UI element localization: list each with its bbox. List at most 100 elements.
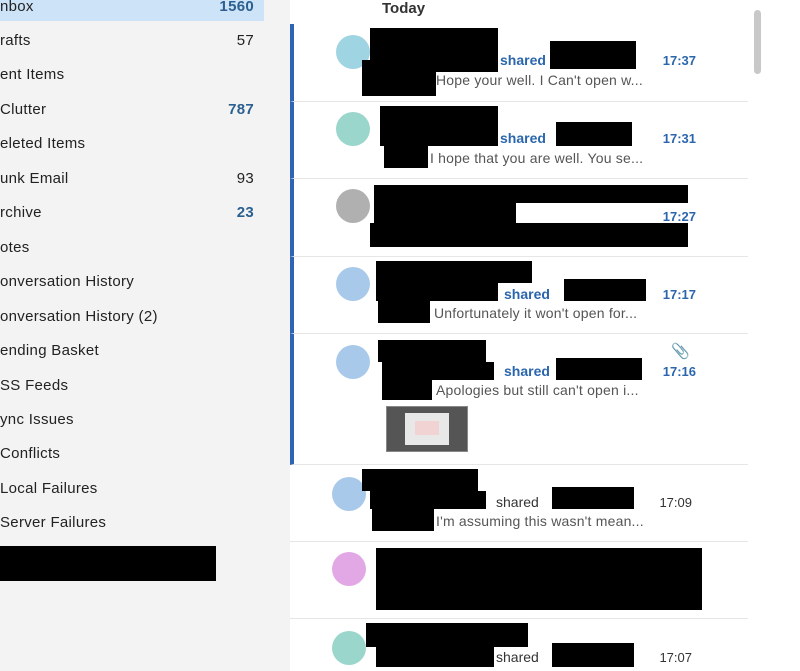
message-item[interactable]: shared 17:31 I hope that you are well. Y… [290, 102, 752, 179]
redacted-sender [378, 340, 486, 362]
shared-label: shared [504, 286, 550, 302]
folder-label: onversation History [0, 273, 135, 290]
redacted-block [384, 146, 428, 168]
folder-pane: nbox 1560 rafts 57 ent Items Clutter 787… [0, 0, 272, 671]
redacted-subject [550, 41, 636, 69]
avatar [336, 189, 370, 223]
folder-count: 23 [236, 204, 254, 221]
folder-label: rchive [0, 204, 42, 221]
message-time: 17:27 [662, 209, 696, 224]
message-time: 17:31 [662, 131, 696, 146]
list-group-header: Today [382, 0, 426, 17]
redacted-block [382, 362, 494, 380]
message-preview: I hope that you are well. You se... [430, 150, 644, 166]
paperclip-icon: 📎 [671, 343, 690, 360]
redacted-sender [380, 106, 498, 128]
folder-archive[interactable]: rchive 23 [0, 199, 264, 227]
attachment-preview-image [405, 413, 449, 445]
avatar [332, 552, 366, 586]
redacted-subject [552, 643, 634, 667]
message-item[interactable]: shared 📎 17:16 Apologies but still can't… [290, 334, 752, 465]
folder-label: unk Email [0, 170, 69, 187]
avatar [336, 345, 370, 379]
message-item[interactable]: shared 17:17 Unfortunately it won't open… [290, 257, 752, 334]
folder-pending-basket[interactable]: ending Basket [0, 337, 264, 365]
redacted-subject [556, 122, 632, 146]
folder-sync-issues[interactable]: ync Issues [0, 406, 264, 434]
message-preview: Unfortunately it won't open for... [434, 305, 638, 321]
folder-label: ending Basket [0, 342, 99, 359]
redacted-block [382, 380, 432, 400]
avatar [336, 267, 370, 301]
folder-count: 787 [228, 101, 254, 118]
folder-local-failures[interactable]: Local Failures [0, 475, 264, 503]
message-preview: Apologies but still can't open i... [436, 382, 639, 398]
folder-junk-email[interactable]: unk Email 93 [0, 165, 264, 193]
folder-label: otes [0, 239, 30, 256]
redacted-sender [370, 28, 498, 60]
message-item[interactable]: shared 17:37 Hope your well. I Can't ope… [290, 24, 752, 102]
redacted-subject [556, 358, 642, 380]
scrollbar-thumb[interactable] [754, 10, 761, 74]
folder-inbox[interactable]: nbox 1560 [0, 0, 264, 21]
message-time: 17:16 [662, 364, 696, 379]
redacted-block [372, 509, 434, 531]
redacted-sender [376, 261, 532, 283]
redacted-sender [374, 185, 688, 203]
message-time: 17:09 [659, 495, 692, 510]
message-item[interactable]: shared 17:07 [290, 619, 748, 671]
message-item[interactable] [290, 542, 748, 619]
folder-label: Clutter [0, 101, 47, 118]
redacted-sender [366, 623, 528, 647]
folder-server-failures[interactable]: Server Failures [0, 509, 264, 537]
shared-label: shared [500, 130, 546, 146]
folder-label: Server Failures [0, 514, 107, 531]
redacted-block [370, 491, 486, 509]
avatar [332, 631, 366, 665]
message-item[interactable]: 17:27 [290, 179, 752, 257]
folder-notes[interactable]: otes [0, 234, 264, 262]
folder-label: SS Feeds [0, 377, 69, 394]
avatar [336, 112, 370, 146]
message-time: 17:07 [659, 650, 692, 665]
folder-label: Conflicts [0, 445, 61, 462]
pane-divider [272, 0, 290, 671]
redacted-preview [370, 223, 688, 247]
redacted-block [376, 548, 702, 610]
folder-label: Local Failures [0, 480, 98, 497]
message-list[interactable]: Today shared 17:37 Hope your well. I Can… [290, 0, 752, 671]
folder-conversation-history-2[interactable]: onversation History (2) [0, 303, 264, 331]
folder-rss-feeds[interactable]: SS Feeds [0, 372, 264, 400]
folder-label: eleted Items [0, 135, 86, 152]
message-item[interactable]: shared 17:09 I'm assuming this wasn't me… [290, 465, 748, 542]
folder-conversation-history[interactable]: onversation History [0, 268, 264, 296]
avatar [332, 477, 366, 511]
shared-label: shared [496, 649, 539, 665]
message-time: 17:17 [662, 287, 696, 302]
folder-label: ent Items [0, 66, 65, 83]
attachment-thumbnail[interactable] [386, 406, 468, 452]
folder-clutter[interactable]: Clutter 787 [0, 96, 264, 124]
shared-label: shared [504, 363, 550, 379]
folder-deleted-items[interactable]: eleted Items [0, 130, 264, 158]
redacted-block [0, 546, 216, 581]
folder-count: 57 [236, 32, 254, 49]
redacted-block [374, 203, 516, 223]
redacted-sender [362, 469, 478, 491]
shared-label: shared [496, 494, 539, 510]
message-preview: I'm assuming this wasn't mean... [436, 513, 644, 529]
folder-count: 93 [236, 170, 254, 187]
folder-conflicts[interactable]: Conflicts [0, 440, 264, 468]
redacted-block [376, 647, 494, 667]
folder-drafts[interactable]: rafts 57 [0, 27, 264, 55]
redacted-block [362, 70, 436, 96]
folder-label: ync Issues [0, 411, 74, 428]
folder-label: rafts [0, 32, 31, 49]
folder-label: nbox [0, 0, 34, 15]
folder-sent-items[interactable]: ent Items [0, 61, 264, 89]
redacted-block [380, 128, 498, 146]
redacted-subject [564, 279, 646, 301]
scrollbar[interactable] [748, 0, 800, 671]
redacted-block [376, 283, 498, 301]
folder-label: onversation History (2) [0, 308, 158, 325]
